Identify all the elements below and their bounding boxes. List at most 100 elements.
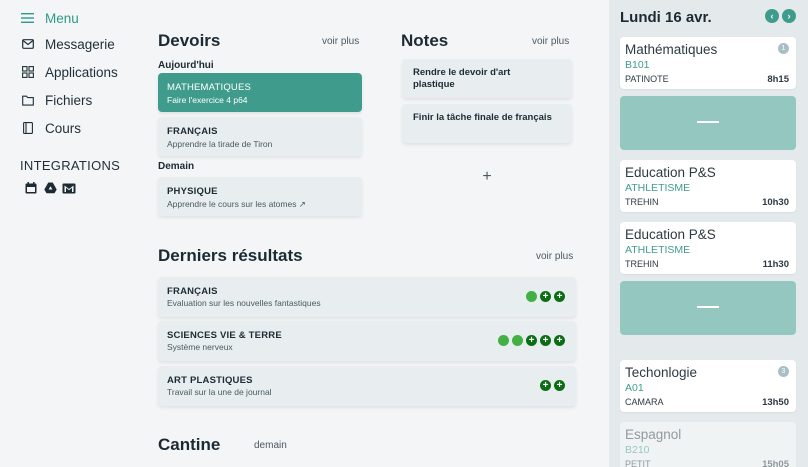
- sidebar-item-label: Menu: [45, 10, 79, 26]
- hamburger-icon: [21, 11, 35, 25]
- lesson-subject: Education P&S: [625, 227, 716, 242]
- result-desc: Evaluation sur les nouvelles fantastique…: [167, 298, 321, 308]
- notes-voir-plus-link[interactable]: voir plus: [532, 36, 569, 47]
- grade-plus-icon: +: [540, 380, 551, 391]
- lesson-teacher: CAMARA: [625, 397, 664, 407]
- result-row-svt[interactable]: SCIENCES VIE & TERRE Système nerveux + +…: [158, 321, 576, 361]
- sidebar-item-label: Messagerie: [45, 36, 115, 52]
- devoir-subject: MATHEMATIQUES: [167, 82, 252, 93]
- devoirs-title: Devoirs: [158, 31, 221, 50]
- result-desc: Système nerveux: [167, 342, 233, 352]
- grade-dot-icon: [498, 335, 509, 346]
- sidebar-item-messagerie[interactable]: Messagerie: [21, 34, 115, 54]
- lesson-teacher: PATINOTE: [625, 74, 669, 84]
- lesson-time: 11h30: [762, 259, 789, 270]
- note-card[interactable]: Finir la tâche finale de français: [402, 104, 572, 143]
- devoir-task: Apprendre la tirade de Tiron: [167, 139, 273, 149]
- folder-icon: [21, 93, 35, 107]
- lesson-time: 10h30: [762, 197, 789, 208]
- integrations-title: INTEGRATIONS: [20, 158, 121, 173]
- book-icon: [21, 121, 35, 135]
- mail-icon: [21, 37, 35, 51]
- devoir-card-francais[interactable]: FRANÇAIS Apprendre la tirade de Tiron: [158, 117, 362, 156]
- lesson-card-espagnol[interactable]: Espagnol B210 PETIT 15h05: [620, 422, 796, 467]
- note-text: Finir la tâche finale de français: [413, 112, 552, 123]
- lesson-card-mathematiques[interactable]: Mathématiques B101 PATINOTE 8h15 1: [620, 37, 796, 89]
- lesson-room: ATHLETISME: [625, 182, 691, 194]
- agenda-day-title: Lundi 16 avr.: [620, 9, 712, 26]
- devoirs-voir-plus-link[interactable]: voir plus: [322, 36, 359, 47]
- result-subject: FRANÇAIS: [167, 286, 218, 297]
- grade-dots: + +: [526, 291, 565, 302]
- grid-icon: [21, 65, 35, 79]
- resultats-title: Derniers résultats: [158, 246, 303, 265]
- grade-plus-icon: +: [540, 291, 551, 302]
- break-bar: [697, 306, 719, 308]
- devoir-task: Faire l'exercice 4 p64: [167, 95, 248, 105]
- grade-plus-icon: +: [540, 335, 551, 346]
- lesson-card-eps-2[interactable]: Education P&S ATHLETISME TREHIN 11h30: [620, 222, 796, 274]
- grade-dots: + + +: [498, 335, 565, 346]
- chevron-right-icon[interactable]: ›: [782, 9, 796, 23]
- sidebar-item-label: Cours: [45, 120, 82, 136]
- chevron-left-icon[interactable]: ‹: [765, 9, 779, 23]
- devoir-card-mathematiques[interactable]: MATHEMATIQUES Faire l'exercice 4 p64: [158, 73, 362, 112]
- sidebar: Menu Messagerie Applications Fichiers Co…: [0, 0, 140, 467]
- gmail-icon[interactable]: [62, 181, 76, 195]
- grade-dot-icon: [512, 335, 523, 346]
- lesson-subject: Education P&S: [625, 165, 716, 180]
- lesson-time: 15h05: [762, 459, 789, 467]
- cantine-title: Cantine: [158, 435, 221, 454]
- grade-dot-icon: [526, 291, 537, 302]
- cantine-demain-link[interactable]: demain: [254, 440, 287, 451]
- lesson-subject: Espagnol: [625, 427, 682, 442]
- lesson-time: 8h15: [767, 74, 789, 85]
- grade-plus-icon: +: [554, 380, 565, 391]
- sidebar-item-cours[interactable]: Cours: [21, 118, 81, 138]
- resultats-voir-plus-link[interactable]: voir plus: [536, 251, 573, 262]
- sidebar-item-menu[interactable]: Menu: [21, 8, 79, 28]
- devoir-subject: FRANÇAIS: [167, 126, 218, 137]
- devoir-card-physique[interactable]: PHYSIQUE Apprendre le cours sur les atom…: [158, 177, 362, 216]
- agenda-break-block: [620, 96, 796, 150]
- lesson-room: B101: [625, 59, 650, 71]
- notes-title: Notes: [401, 31, 449, 50]
- lesson-subject: Techonlogie: [625, 365, 698, 380]
- break-bar: [697, 121, 719, 123]
- sidebar-item-label: Applications: [45, 64, 118, 80]
- calendar-icon[interactable]: [24, 181, 38, 195]
- result-subject: SCIENCES VIE & TERRE: [167, 330, 282, 341]
- lesson-teacher: PETIT: [625, 459, 651, 467]
- sidebar-item-fichiers[interactable]: Fichiers: [21, 90, 92, 110]
- grade-plus-icon: +: [526, 335, 537, 346]
- lesson-count-badge: 3: [778, 366, 789, 377]
- result-desc: Travail sur la une de journal: [167, 387, 272, 397]
- drive-icon[interactable]: [43, 181, 57, 195]
- lesson-count-badge: 1: [778, 43, 789, 54]
- lesson-card-technologie[interactable]: Techonlogie A01 CAMARA 13h50 3: [620, 360, 796, 412]
- devoir-subject: PHYSIQUE: [167, 186, 218, 197]
- sidebar-item-applications[interactable]: Applications: [21, 62, 118, 82]
- devoirs-today-label: Aujourd'hui: [158, 60, 214, 71]
- lesson-teacher: TREHIN: [625, 259, 659, 269]
- lesson-card-eps-1[interactable]: Education P&S ATHLETISME TREHIN 10h30: [620, 160, 796, 212]
- result-row-francais[interactable]: FRANÇAIS Evaluation sur les nouvelles fa…: [158, 277, 576, 317]
- sidebar-item-label: Fichiers: [45, 92, 93, 108]
- lesson-time: 13h50: [762, 397, 789, 408]
- note-text: Rendre le devoir d'art plastique: [413, 67, 511, 90]
- grade-dots: + +: [540, 380, 565, 391]
- lesson-room: B210: [625, 444, 650, 456]
- result-subject: ART PLASTIQUES: [167, 375, 253, 386]
- agenda-break-block: [620, 281, 796, 335]
- add-note-button[interactable]: +: [480, 168, 494, 186]
- grade-plus-icon: +: [554, 291, 565, 302]
- result-row-art[interactable]: ART PLASTIQUES Travail sur la une de jou…: [158, 366, 576, 406]
- lesson-subject: Mathématiques: [625, 42, 718, 57]
- lesson-room: ATHLETISME: [625, 244, 691, 256]
- agenda-panel: Lundi 16 avr. ‹ › Mathématiques B101 PAT…: [609, 0, 808, 467]
- lesson-teacher: TREHIN: [625, 197, 659, 207]
- devoir-task: Apprendre le cours sur les atomes ↗: [167, 199, 306, 209]
- note-card[interactable]: Rendre le devoir d'art plastique: [402, 59, 572, 98]
- integrations-list: [24, 181, 76, 195]
- devoirs-tomorrow-label: Demain: [158, 161, 195, 172]
